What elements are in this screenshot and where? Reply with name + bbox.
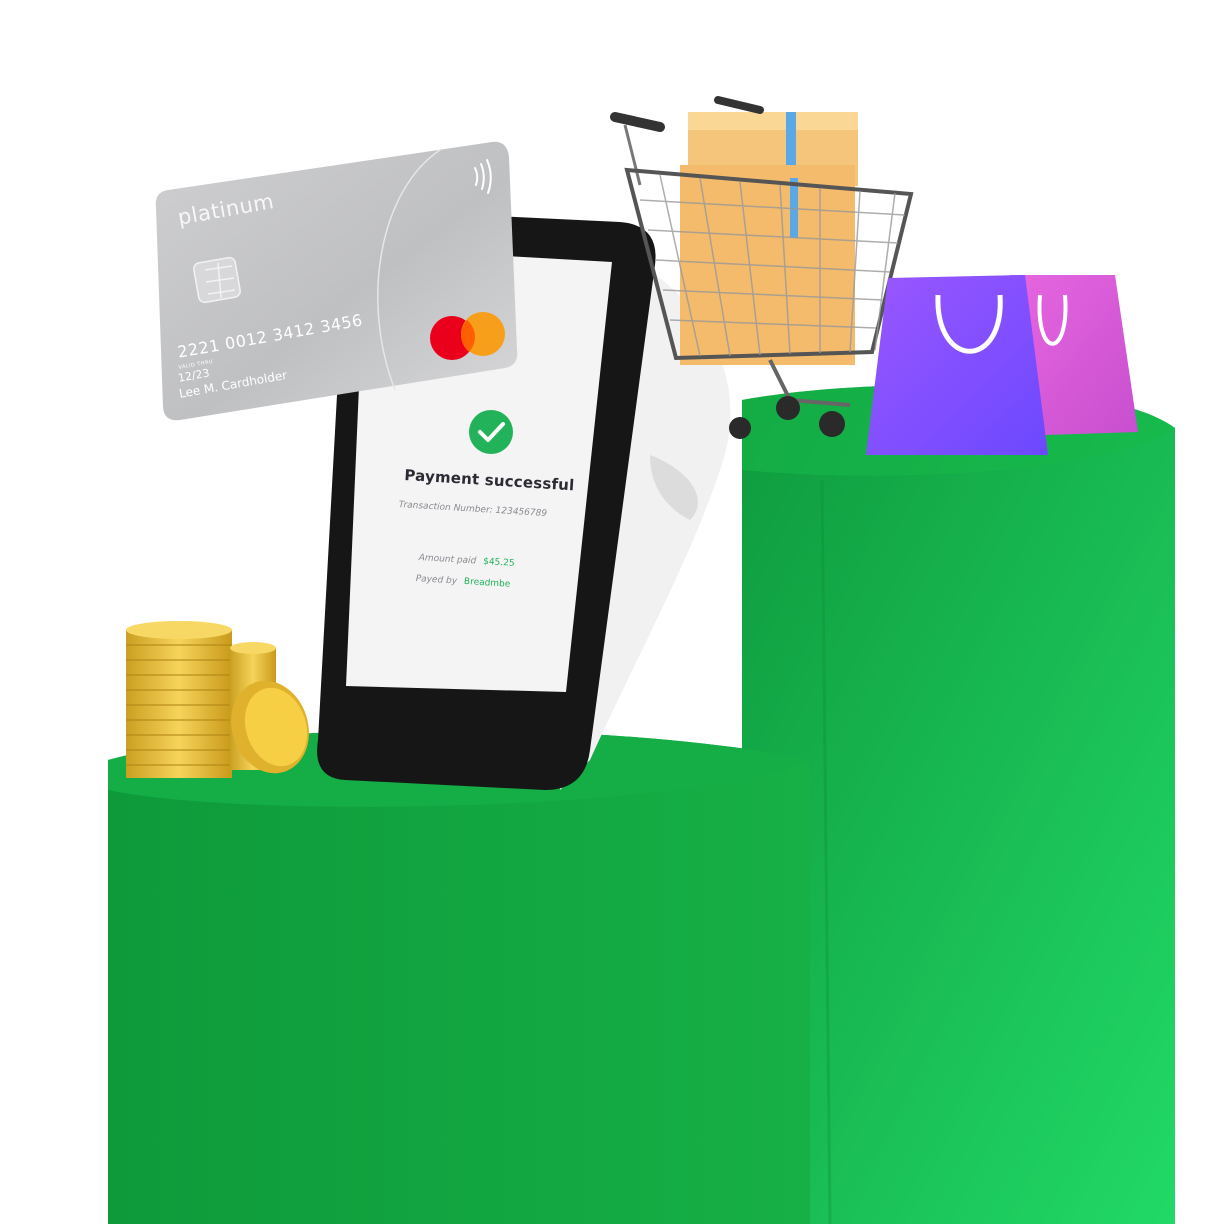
shopping-bags (866, 275, 1138, 455)
coin-stack (126, 621, 309, 778)
chip-icon (193, 256, 241, 304)
left-pedestal (108, 730, 810, 1224)
illustration-scene (108, 96, 1175, 1224)
mastercard-logo (430, 312, 505, 360)
amount-value: $45.25 (482, 556, 515, 569)
check-icon (469, 410, 513, 454)
